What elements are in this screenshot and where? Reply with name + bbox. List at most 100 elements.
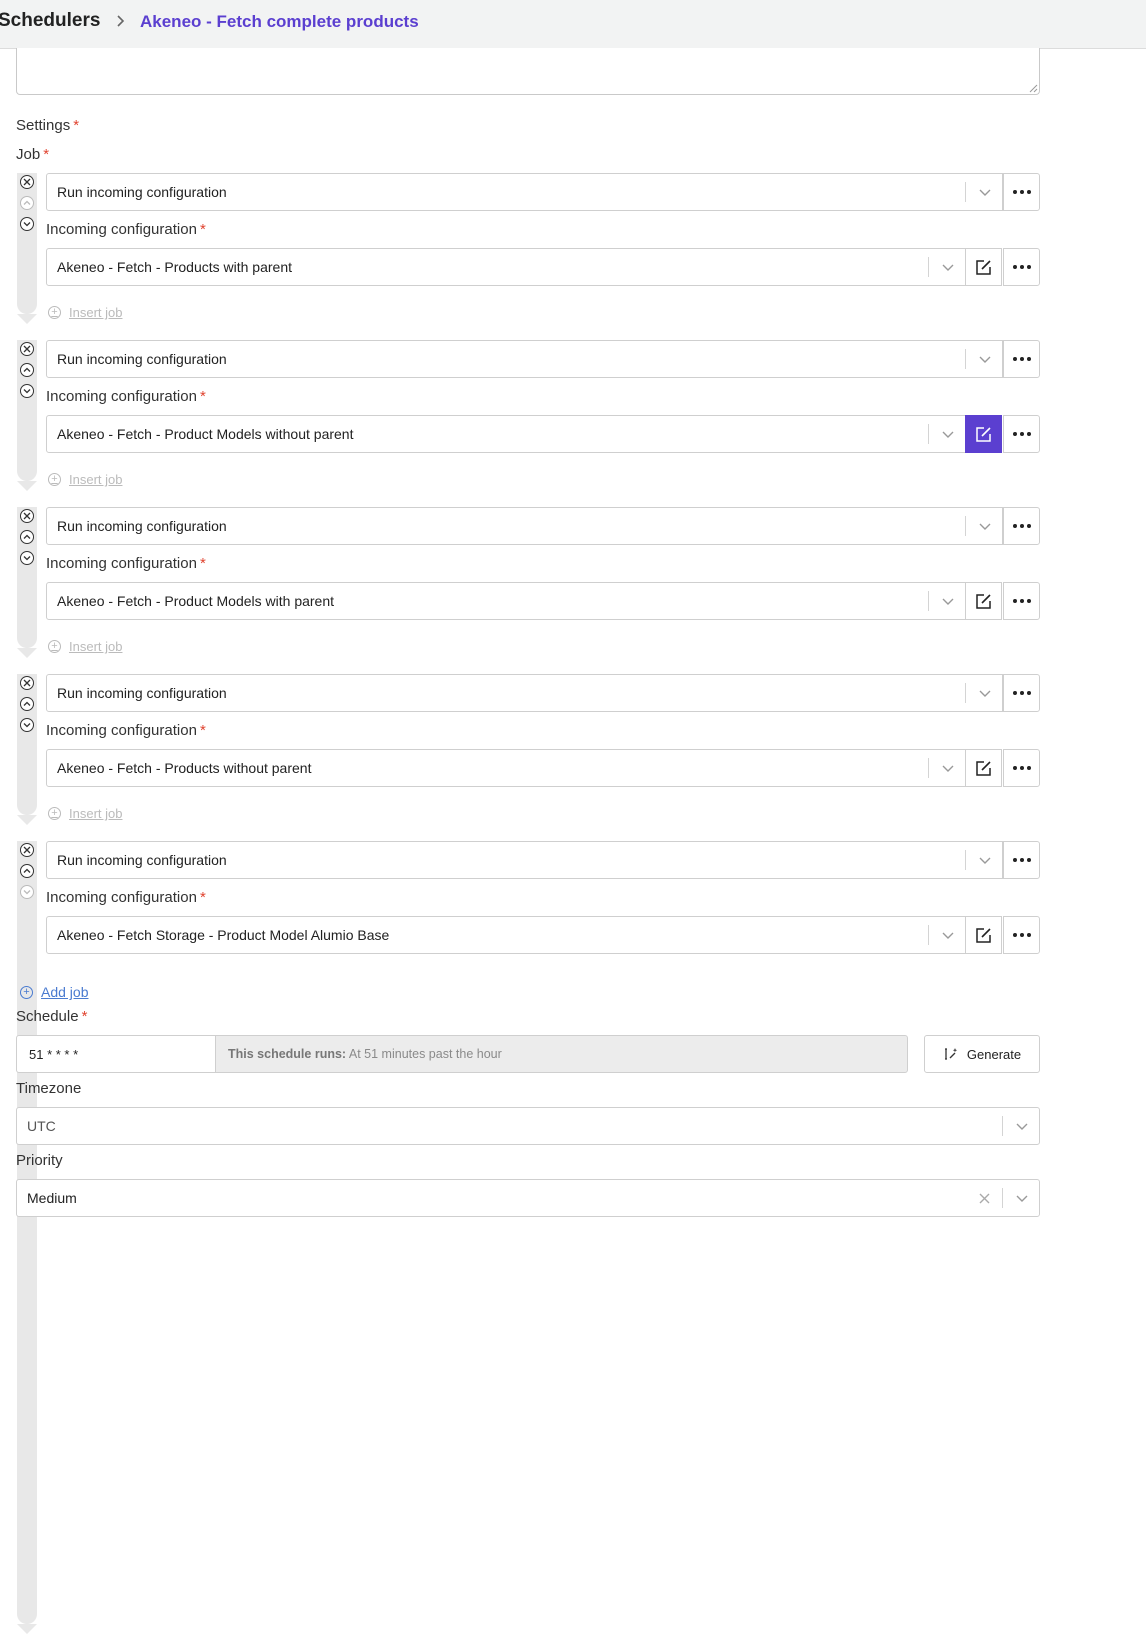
more-icon — [1012, 524, 1031, 528]
priority-label: Priority — [16, 1152, 63, 1169]
chevron-down-icon[interactable] — [979, 521, 991, 531]
job-type-select[interactable]: Run incoming configuration — [46, 841, 1003, 879]
job-type-select[interactable]: Run incoming configuration — [46, 340, 1003, 378]
incoming-configuration-select[interactable]: Akeneo - Fetch - Product Models without … — [46, 415, 966, 453]
job-rail — [17, 340, 37, 491]
incoming-configuration-label: Incoming configuration * — [46, 388, 206, 405]
job-more-button[interactable] — [1003, 674, 1040, 712]
job-type-select[interactable]: Run incoming configuration — [46, 173, 1003, 211]
incoming-configuration-label: Incoming configuration * — [46, 221, 206, 238]
insert-job-link[interactable]: + Insert job — [48, 639, 122, 654]
incoming-configuration-select[interactable]: Akeneo - Fetch - Products without parent — [46, 749, 966, 787]
job-type-select[interactable]: Run incoming configuration — [46, 674, 1003, 712]
configuration-more-button[interactable] — [1003, 916, 1040, 954]
clear-icon[interactable] — [979, 1193, 990, 1204]
header-bar: Schedulers Akeneo - Fetch complete produ… — [0, 0, 1146, 49]
more-icon — [1012, 599, 1031, 603]
configuration-more-button[interactable] — [1003, 582, 1040, 620]
settings-label: Settings * — [16, 117, 80, 134]
chevron-down-icon[interactable] — [979, 688, 991, 698]
remove-job-icon[interactable] — [20, 676, 34, 690]
move-down-icon[interactable] — [20, 217, 34, 231]
remove-job-icon[interactable] — [20, 342, 34, 356]
plus-circle-icon: + — [48, 640, 61, 653]
more-icon — [1012, 265, 1031, 269]
move-up-icon[interactable] — [20, 530, 34, 544]
breadcrumb-root-link[interactable]: Schedulers — [0, 10, 100, 32]
more-icon — [1012, 858, 1031, 862]
chevron-right-icon — [117, 15, 125, 27]
chevron-down-icon[interactable] — [942, 930, 954, 940]
configuration-more-button[interactable] — [1003, 248, 1040, 286]
incoming-configuration-select[interactable]: Akeneo - Fetch - Product Models with par… — [46, 582, 966, 620]
job-more-button[interactable] — [1003, 340, 1040, 378]
more-icon — [1012, 766, 1031, 770]
generate-button[interactable]: Generate — [924, 1035, 1040, 1073]
job-more-button[interactable] — [1003, 507, 1040, 545]
schedule-label: Schedule * — [16, 1008, 88, 1025]
plus-circle-icon: + — [48, 306, 61, 319]
move-up-icon[interactable] — [20, 363, 34, 377]
timezone-select[interactable]: UTC — [16, 1107, 1040, 1145]
resize-grip-icon[interactable] — [1029, 84, 1038, 93]
chevron-down-icon[interactable] — [1016, 1121, 1028, 1131]
insert-job-link[interactable]: + Insert job — [48, 472, 122, 487]
chevron-down-icon[interactable] — [942, 763, 954, 773]
more-icon — [1012, 691, 1031, 695]
incoming-configuration-label: Incoming configuration * — [46, 722, 206, 739]
move-up-icon[interactable] — [20, 697, 34, 711]
edit-configuration-button[interactable] — [965, 415, 1002, 453]
edit-configuration-button[interactable] — [965, 248, 1002, 286]
insert-job-link[interactable]: + Insert job — [48, 806, 122, 821]
incoming-configuration-label: Incoming configuration * — [46, 889, 206, 906]
job-rail — [17, 173, 37, 324]
move-up-icon[interactable] — [20, 864, 34, 878]
edit-configuration-button[interactable] — [965, 749, 1002, 787]
incoming-configuration-select[interactable]: Akeneo - Fetch - Products with parent — [46, 248, 966, 286]
insert-job-link[interactable]: + Insert job — [48, 305, 122, 320]
job-rail — [17, 674, 37, 825]
edit-icon — [976, 426, 991, 442]
incoming-configuration-select[interactable]: Akeneo - Fetch Storage - Product Model A… — [46, 916, 966, 954]
schedule-description: This schedule runs: At 51 minutes past t… — [215, 1035, 908, 1073]
schedule-input[interactable]: 51 * * * * — [16, 1035, 216, 1073]
edit-configuration-button[interactable] — [965, 916, 1002, 954]
job-more-button[interactable] — [1003, 841, 1040, 879]
chevron-down-icon[interactable] — [1016, 1193, 1028, 1203]
plus-circle-icon: + — [48, 473, 61, 486]
description-textarea[interactable] — [16, 48, 1040, 95]
edit-icon — [976, 927, 991, 943]
move-down-icon[interactable] — [20, 885, 34, 899]
more-icon — [1012, 432, 1031, 436]
job-more-button[interactable] — [1003, 173, 1040, 211]
plus-circle-icon: + — [48, 807, 61, 820]
move-up-icon[interactable] — [20, 196, 34, 210]
move-down-icon[interactable] — [20, 718, 34, 732]
chevron-down-icon[interactable] — [942, 262, 954, 272]
chevron-down-icon[interactable] — [979, 354, 991, 364]
chevron-down-icon[interactable] — [942, 429, 954, 439]
chevron-down-icon[interactable] — [942, 596, 954, 606]
edit-icon — [976, 259, 991, 275]
priority-select[interactable]: Medium — [16, 1179, 1040, 1217]
more-icon — [1012, 933, 1031, 937]
job-rail — [17, 841, 37, 1634]
plus-circle-icon: + — [20, 985, 33, 999]
add-job-link[interactable]: + Add job — [20, 984, 88, 1000]
edit-icon — [976, 593, 991, 609]
configuration-more-button[interactable] — [1003, 749, 1040, 787]
job-type-select[interactable]: Run incoming configuration — [46, 507, 1003, 545]
move-down-icon[interactable] — [20, 551, 34, 565]
move-down-icon[interactable] — [20, 384, 34, 398]
incoming-configuration-label: Incoming configuration * — [46, 555, 206, 572]
breadcrumb-current: Akeneo - Fetch complete products — [140, 12, 419, 31]
chevron-down-icon[interactable] — [979, 187, 991, 197]
configuration-more-button[interactable] — [1003, 415, 1040, 453]
remove-job-icon[interactable] — [20, 843, 34, 857]
remove-job-icon[interactable] — [20, 175, 34, 189]
edit-configuration-button[interactable] — [965, 582, 1002, 620]
chevron-down-icon[interactable] — [979, 855, 991, 865]
job-rail — [17, 507, 37, 658]
wand-cursor-icon — [944, 1048, 958, 1060]
remove-job-icon[interactable] — [20, 509, 34, 523]
